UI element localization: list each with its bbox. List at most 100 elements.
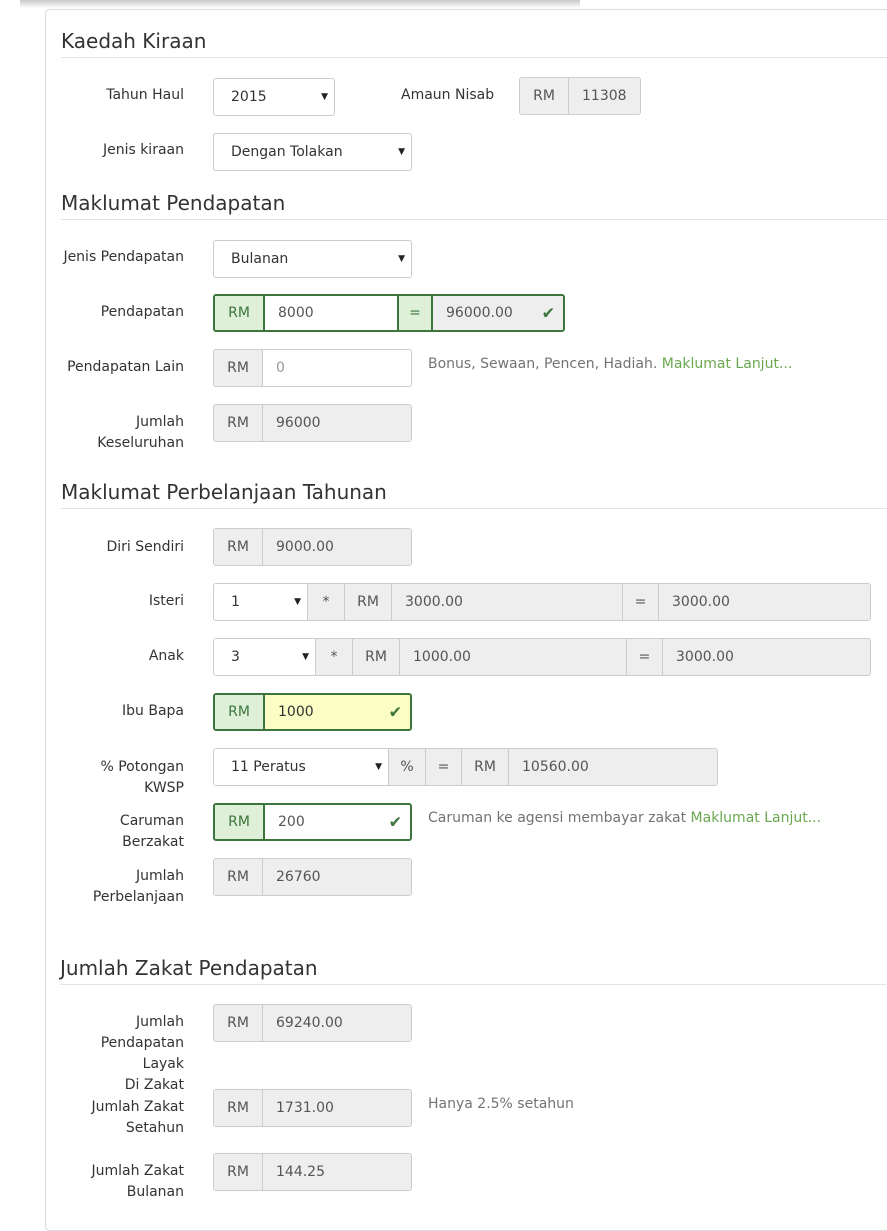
zakat-setahun-field: RM 1731.00 (213, 1089, 412, 1127)
caret-down-icon: ▼ (398, 254, 405, 264)
pendapatan-lain-help-text: Bonus, Sewaan, Pencen, Hadiah. (428, 356, 658, 372)
maklumat-lanjut-link[interactable]: Maklumat Lanjut... (691, 810, 822, 826)
caret-down-icon: ▼ (375, 762, 382, 772)
section-title-maklumat-pendapatan: Maklumat Pendapatan (61, 189, 887, 220)
label-zakat-setahun: Jumlah Zakat Setahun (61, 1097, 184, 1139)
section-title-jumlah-zakat: Jumlah Zakat Pendapatan (60, 954, 886, 985)
diri-sendiri-field: RM 9000.00 (213, 528, 412, 566)
select-isteri-value: 1 (231, 594, 240, 610)
pendapatan-lain-help: Bonus, Sewaan, Pencen, Hadiah. Maklumat … (428, 356, 792, 372)
currency-addon: RM (353, 639, 400, 675)
pendapatan-lain-input[interactable]: 0 (263, 350, 411, 386)
equals-addon: = (426, 749, 462, 785)
label-line: Jumlah (136, 1014, 184, 1030)
caruman-help: Caruman ke agensi membayar zakat Makluma… (428, 810, 821, 826)
select-anak[interactable]: 3 ▼ (214, 639, 316, 675)
kwsp-input-group: 11 Peratus ▼ % = RM 10560.00 (213, 748, 718, 786)
caret-down-icon: ▼ (294, 597, 301, 607)
label-zakat-bulanan: Jumlah Zakat Bulanan (61, 1161, 184, 1203)
label-isteri: Isteri (148, 593, 184, 609)
caruman-input[interactable]: 200 ✔ (265, 805, 410, 839)
zakat-bulanan-field: RM 144.25 (213, 1153, 412, 1191)
anak-rate: 1000.00 (400, 639, 627, 675)
label-potongan-kwsp: % Potongan KWSP (100, 759, 184, 796)
caret-down-icon: ▼ (302, 652, 309, 662)
label-jenis-kiraan: Jenis kiraan (102, 142, 184, 158)
multiply-addon: * (308, 584, 345, 620)
label-caruman-berzakat: Caruman Berzakat (119, 813, 184, 850)
label-line: Jumlah Zakat (91, 1099, 184, 1115)
check-icon: ✔ (388, 702, 402, 722)
caruman-help-text: Caruman ke agensi membayar zakat (428, 810, 687, 826)
label-ibu-bapa: Ibu Bapa (122, 703, 184, 719)
currency-addon: RM (215, 805, 265, 839)
pendapatan-input[interactable]: 8000 (265, 296, 397, 330)
currency-addon: RM (214, 350, 263, 386)
isteri-total: 3000.00 (659, 584, 870, 620)
equals-addon: = (627, 639, 663, 675)
check-icon: ✔ (388, 812, 402, 832)
pendapatan-layak-value: 69240.00 (263, 1005, 411, 1041)
jumlah-keseluruhan-value: 96000 (263, 405, 411, 441)
currency-addon: RM (215, 695, 265, 729)
diri-sendiri-value: 9000.00 (263, 529, 411, 565)
currency-addon: RM (214, 1090, 263, 1126)
label-line: Bulanan (126, 1184, 184, 1200)
anak-input-group: 3 ▼ * RM 1000.00 = 3000.00 (213, 638, 871, 676)
currency-addon: RM (345, 584, 392, 620)
jumlah-keseluruhan-field: RM 96000 (213, 404, 412, 442)
ibu-bapa-input-group: RM 1000 ✔ (213, 693, 412, 731)
currency-addon: RM (462, 749, 509, 785)
maklumat-lanjut-link[interactable]: Maklumat Lanjut... (662, 356, 793, 372)
zakat-setahun-help: Hanya 2.5% setahun (428, 1096, 574, 1112)
label-line: Jumlah (136, 868, 184, 884)
currency-addon: RM (214, 405, 263, 441)
select-kwsp-value: 11 Peratus (231, 759, 306, 775)
percent-addon: % (389, 749, 426, 785)
pendapatan-total-value: 96000.00 (446, 305, 513, 321)
zakat-bulanan-value: 144.25 (263, 1154, 411, 1190)
equals-addon: = (623, 584, 659, 620)
label-jenis-pendapatan: Jenis Pendapatan (63, 249, 184, 265)
caruman-input-group: RM 200 ✔ (213, 803, 412, 841)
caret-down-icon: ▼ (321, 92, 328, 102)
currency-addon: RM (214, 859, 263, 895)
kwsp-total: 10560.00 (509, 749, 717, 785)
jumlah-perbelanjaan-value: 26760 (263, 859, 411, 895)
select-tahun-haul[interactable]: 2015 ▼ (213, 78, 335, 116)
select-jenis-kiraan[interactable]: Dengan Tolakan ▼ (213, 133, 412, 171)
select-anak-value: 3 (231, 649, 240, 665)
anak-total: 3000.00 (663, 639, 870, 675)
select-jenis-pendapatan-value: Bulanan (231, 251, 289, 267)
jumlah-perbelanjaan-field: RM 26760 (213, 858, 412, 896)
ibu-bapa-input[interactable]: 1000 ✔ (265, 695, 410, 729)
label-amaun-nisab: Amaun Nisab (401, 87, 495, 103)
label-jumlah-perbelanjaan: Jumlah Perbelanjaan (61, 866, 184, 908)
ibu-bapa-value: 1000 (278, 704, 314, 720)
select-tahun-haul-value: 2015 (231, 89, 267, 105)
currency-addon: RM (214, 1154, 263, 1190)
label-line: Perbelanjaan (92, 889, 184, 905)
currency-addon: RM (214, 529, 263, 565)
top-shadow (20, 0, 580, 8)
select-kwsp[interactable]: 11 Peratus ▼ (214, 749, 389, 785)
label-line: Jumlah (136, 414, 184, 430)
label-jumlah-keseluruhan: Jumlah Keseluruhan (61, 412, 184, 454)
label-pendapatan: Pendapatan (100, 304, 184, 320)
select-jenis-pendapatan[interactable]: Bulanan ▼ (213, 240, 412, 278)
label-line: Di Zakat (124, 1077, 184, 1093)
isteri-rate: 3000.00 (392, 584, 623, 620)
pendapatan-layak-field: RM 69240.00 (213, 1004, 412, 1042)
currency-addon: RM (520, 78, 569, 114)
label-line: Jumlah Zakat (91, 1163, 184, 1179)
zakat-setahun-value: 1731.00 (263, 1090, 411, 1126)
caruman-value: 200 (278, 814, 305, 830)
select-isteri[interactable]: 1 ▼ (214, 584, 308, 620)
section-title-maklumat-perbelanjaan: Maklumat Perbelanjaan Tahunan (61, 478, 887, 509)
section-title-kaedah-kiraan: Kaedah Kiraan (61, 27, 887, 58)
select-jenis-kiraan-value: Dengan Tolakan (231, 144, 343, 160)
pendapatan-input-group: RM 8000 = 96000.00 ✔ (213, 294, 565, 332)
label-anak: Anak (148, 648, 184, 664)
check-icon: ✔ (541, 303, 555, 323)
currency-addon: RM (215, 296, 265, 330)
